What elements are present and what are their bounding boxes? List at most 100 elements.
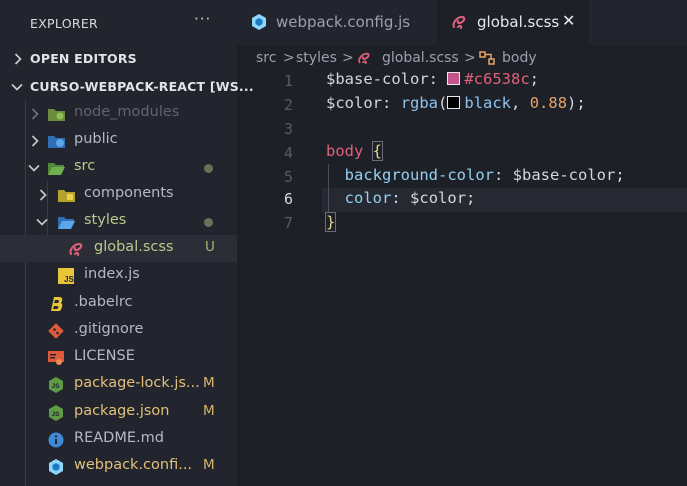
tree-item-global-scss[interactable]: global.scss U	[0, 235, 237, 262]
tree-item-label: node_modules	[74, 104, 180, 120]
line-number: 2	[283, 96, 293, 114]
svg-text:JS: JS	[64, 275, 74, 284]
modified-dot	[204, 218, 213, 227]
breadcrumb-item-file[interactable]: global.scss	[382, 50, 459, 66]
tree-item-label: package-lock.js...	[74, 375, 200, 391]
modified-dot	[204, 164, 213, 173]
modified-badge: M	[203, 457, 215, 473]
code-line-4[interactable]: body {	[326, 141, 384, 161]
tree-item-babelrc[interactable]: .babelrc	[0, 290, 237, 317]
workspace-label: CURSO-WEBPACK-REACT [WS...	[30, 79, 254, 94]
chevron-right-icon	[36, 181, 50, 208]
code-line-2[interactable]: $color: rgba(black, 0.88);	[326, 94, 586, 112]
babel-icon	[49, 296, 65, 312]
breadcrumb-separator: >	[464, 50, 476, 66]
variable-token: $color	[326, 94, 382, 112]
line-number: 7	[283, 214, 293, 232]
tree-item-label: .gitignore	[74, 321, 144, 337]
tree-item-gitignore[interactable]: .gitignore	[0, 317, 237, 344]
tree-item-package-lock[interactable]: JS package-lock.js... M	[0, 371, 237, 398]
tab-webpack-config[interactable]: webpack.config.js	[237, 0, 437, 45]
variable-token: $base-color	[326, 70, 429, 88]
color-swatch[interactable]	[447, 96, 461, 109]
line-number: 5	[283, 168, 293, 186]
tree-item-components[interactable]: components	[0, 181, 237, 208]
workspace-section[interactable]: CURSO-WEBPACK-REACT [WS...	[0, 73, 254, 100]
svg-text:JS: JS	[52, 383, 61, 390]
tree-item-src[interactable]: src	[0, 154, 237, 181]
selector-token: body	[326, 142, 364, 160]
close-icon[interactable]: ✕	[562, 11, 575, 30]
svg-text:JS: JS	[52, 411, 61, 418]
tab-global-scss[interactable]: global.scss ✕	[437, 0, 589, 45]
breadcrumb-separator: >	[342, 50, 354, 66]
variable-token: $base-color	[512, 166, 616, 184]
tree-item-label: README.md	[74, 430, 164, 446]
code-line-6[interactable]: color: $color;	[326, 189, 476, 207]
folder-components-icon	[58, 187, 75, 203]
explorer-header: EXPLORER ···	[0, 0, 237, 45]
line-number: 3	[283, 120, 293, 138]
sass-file-icon	[68, 241, 84, 257]
color-swatch[interactable]	[447, 72, 461, 85]
breadcrumb-item-styles[interactable]: styles	[296, 50, 337, 66]
webpack-icon	[48, 459, 64, 475]
function-token: rgba	[400, 94, 439, 112]
editor-tab-bar: webpack.config.js global.scss ✕	[237, 0, 687, 45]
tree-item-label: global.scss	[94, 239, 174, 255]
tree-item-webpack-config[interactable]: webpack.confi... M	[0, 453, 237, 480]
code-line-1[interactable]: $base-color: #c6538c;	[326, 70, 539, 88]
variable-token: $color	[410, 189, 467, 207]
symbol-icon	[479, 51, 495, 69]
breadcrumb-item-src[interactable]: src	[256, 50, 276, 66]
tree-item-package-json[interactable]: JS package.json M	[0, 399, 237, 426]
code-line-7[interactable]: }	[324, 212, 337, 232]
modified-badge: M	[203, 403, 215, 419]
tree-item-label: package.json	[74, 403, 170, 419]
chevron-down-icon	[27, 154, 41, 181]
chevron-right-icon	[28, 127, 42, 154]
tree-item-license[interactable]: LICENSE	[0, 344, 237, 371]
tab-label: global.scss	[477, 13, 560, 31]
open-editors-label: OPEN EDITORS	[30, 51, 137, 66]
tree-item-readme[interactable]: README.md	[0, 426, 237, 453]
explorer-sidebar: EXPLORER ··· OPEN EDITORS CURSO-WEBPACK-…	[0, 0, 254, 486]
modified-badge: M	[203, 375, 215, 391]
code-line-5[interactable]: background-color: $base-color;	[326, 166, 625, 184]
git-icon	[48, 323, 64, 339]
tree-item-label: webpack.confi...	[74, 457, 193, 473]
number-token: 0.88	[529, 94, 568, 112]
tree-item-label: src	[74, 158, 96, 174]
tree-item-label: .babelrc	[74, 294, 133, 310]
breadcrumb-item-symbol[interactable]: body	[502, 50, 537, 66]
tree-item-styles[interactable]: styles	[0, 208, 237, 235]
tree-item-node-modules[interactable]: node_modules	[0, 100, 237, 127]
nodejs-icon: JS	[48, 377, 64, 393]
more-actions-icon[interactable]: ···	[194, 10, 211, 28]
sass-file-icon	[451, 14, 467, 34]
breadcrumb-separator: >	[283, 50, 295, 66]
folder-src-open-icon	[48, 160, 65, 176]
js-file-icon: JS	[58, 268, 74, 284]
property-token: color	[344, 189, 392, 207]
open-editors-section[interactable]: OPEN EDITORS	[0, 45, 237, 72]
property-token: background-color	[344, 166, 494, 184]
tree-item-index-js[interactable]: JS index.js	[0, 262, 237, 289]
line-number: 1	[283, 72, 293, 90]
tree-item-public[interactable]: public	[0, 127, 237, 154]
color-keyword: black	[464, 94, 512, 112]
folder-styles-open-icon	[58, 214, 75, 230]
nodejs-icon: JS	[48, 405, 64, 421]
tree-item-label: LICENSE	[74, 348, 135, 364]
untracked-badge: U	[205, 239, 215, 255]
info-icon	[48, 432, 64, 448]
line-number-current: 6	[283, 190, 293, 208]
webpack-icon	[251, 14, 267, 34]
bracket-token: {	[371, 141, 384, 161]
chevron-down-icon	[35, 208, 49, 235]
tab-label: webpack.config.js	[276, 13, 411, 31]
tree-item-label: styles	[84, 212, 127, 228]
chevron-down-icon	[10, 73, 24, 100]
chevron-right-icon	[28, 100, 42, 127]
folder-public-icon	[48, 133, 65, 149]
